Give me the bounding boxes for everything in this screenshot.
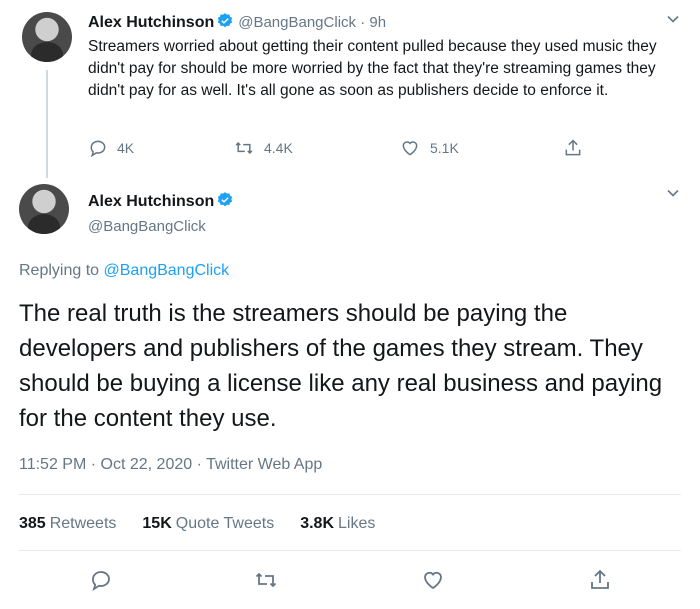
avatar[interactable] <box>22 12 72 62</box>
share-icon[interactable] <box>588 568 612 592</box>
engagement-stats: 385 Retweets 15K Quote Tweets 3.8K Likes <box>19 515 375 533</box>
reply-icon[interactable] <box>89 568 113 592</box>
like-icon[interactable] <box>421 568 445 592</box>
retweet-icon <box>235 141 253 155</box>
separator: · <box>356 14 370 31</box>
quote-tweets-count: 15K <box>142 515 172 532</box>
chevron-down-icon[interactable] <box>666 12 680 26</box>
author-handle[interactable]: @BangBangClick <box>88 218 238 235</box>
likes-count: 3.8K <box>300 515 334 532</box>
share-button[interactable] <box>563 138 583 158</box>
verified-icon <box>216 12 234 35</box>
like-button[interactable]: 5.1K <box>399 138 459 158</box>
verified-icon <box>216 191 234 214</box>
reply-button[interactable]: 4K <box>88 138 134 158</box>
tweet1-header: Alex Hutchinson @BangBangClick · 9h <box>88 12 386 35</box>
retweets-count: 385 <box>19 515 46 532</box>
retweets-stat[interactable]: 385 Retweets <box>19 515 116 533</box>
divider <box>19 494 681 495</box>
author-name[interactable]: Alex Hutchinson <box>88 14 214 31</box>
retweet-icon[interactable] <box>254 568 278 592</box>
thread-line <box>46 70 48 178</box>
chevron-down-icon[interactable] <box>666 186 680 200</box>
tweet-time[interactable]: 9h <box>369 14 386 31</box>
share-icon <box>565 139 581 156</box>
like-count: 5.1K <box>430 140 459 156</box>
replying-to-link[interactable]: @BangBangClick <box>104 262 230 279</box>
likes-stat[interactable]: 3.8K Likes <box>300 515 375 533</box>
replying-to: Replying to @BangBangClick <box>19 262 229 280</box>
tweet-text: Streamers worried about getting their co… <box>88 38 657 99</box>
retweet-button[interactable]: 4.4K <box>233 138 293 158</box>
author-handle[interactable]: @BangBangClick <box>238 14 356 31</box>
replying-to-prefix: Replying to <box>19 262 100 279</box>
reply-count: 4K <box>117 140 135 156</box>
retweets-label: Retweets <box>49 515 117 532</box>
quote-tweets-label: Quote Tweets <box>175 515 275 532</box>
quote-tweets-stat[interactable]: 15K Quote Tweets <box>142 515 274 533</box>
tweet2-header: Alex Hutchinson @BangBangClick <box>88 191 238 235</box>
likes-label: Likes <box>338 515 376 532</box>
retweet-count: 4.4K <box>264 140 293 156</box>
reply-icon <box>90 140 106 158</box>
tweet-timestamp[interactable]: 11:52 PM · Oct 22, 2020 · Twitter Web Ap… <box>19 456 322 474</box>
like-icon <box>402 141 418 156</box>
author-name[interactable]: Alex Hutchinson <box>88 193 214 210</box>
tweet-text: The real truth is the streamers should b… <box>19 300 663 432</box>
avatar[interactable] <box>19 184 69 234</box>
divider <box>19 550 681 551</box>
